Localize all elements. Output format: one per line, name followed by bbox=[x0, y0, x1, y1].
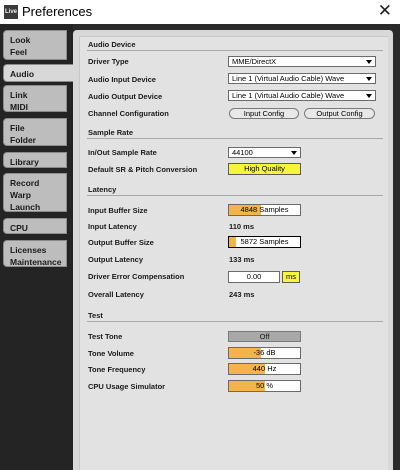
window-title: Preferences bbox=[22, 4, 93, 19]
input-device-dropdown[interactable]: Line 1 (Virtual Audio Cable) Wave bbox=[228, 73, 376, 84]
tab-label: CPU bbox=[10, 223, 28, 233]
tone-frequency-value: 440 Hz bbox=[252, 364, 277, 373]
sample-rate-value: 44100 bbox=[232, 148, 253, 157]
overall-latency-value: 243 ms bbox=[229, 290, 255, 299]
tab-label: Link bbox=[10, 90, 28, 100]
driver-type-value: MME/DirectX bbox=[232, 57, 277, 66]
driver-comp-value: 0.00 bbox=[246, 272, 262, 281]
input-device-label: Audio Input Device bbox=[88, 75, 156, 84]
section-title-test: Test bbox=[88, 311, 103, 320]
tab-label: Feel bbox=[10, 47, 28, 57]
tab-cpu[interactable]: CPU bbox=[3, 218, 67, 234]
output-device-value: Line 1 (Virtual Audio Cable) Wave bbox=[232, 91, 345, 100]
section-title-sample-rate: Sample Rate bbox=[88, 128, 134, 137]
tab-label: Look bbox=[10, 35, 31, 45]
tone-volume-field[interactable]: -36 dB bbox=[228, 347, 301, 359]
output-latency-label: Output Latency bbox=[88, 255, 144, 264]
pitch-conversion-toggle[interactable]: High Quality bbox=[228, 163, 301, 175]
live-app-icon: Live bbox=[4, 5, 18, 19]
input-latency-value: 110 ms bbox=[229, 222, 255, 231]
tab-label: Audio bbox=[10, 69, 35, 79]
default-sr-label: Default SR & Pitch Conversion bbox=[88, 165, 198, 174]
tab-label: Licenses bbox=[10, 245, 47, 255]
tab-audio[interactable]: Audio bbox=[3, 64, 75, 82]
close-icon[interactable]: ✕ bbox=[378, 1, 392, 21]
output-buffer-field[interactable]: 5872 Samples bbox=[228, 236, 301, 248]
tab-label: Maintenance bbox=[10, 257, 62, 267]
title-bar: Live Preferences ✕ bbox=[0, 0, 400, 24]
tone-volume-value: -36 dB bbox=[253, 348, 276, 357]
tone-frequency-label: Tone Frequency bbox=[88, 365, 146, 374]
section-divider bbox=[87, 321, 383, 322]
driver-type-label: Driver Type bbox=[88, 57, 129, 66]
tab-record-warp-launch[interactable]: Record Warp Launch bbox=[3, 173, 67, 212]
tab-label: Warp bbox=[10, 190, 31, 200]
tab-label: Record bbox=[10, 178, 40, 188]
sample-rate-dropdown[interactable]: 44100 bbox=[228, 147, 301, 158]
section-title-latency: Latency bbox=[88, 185, 117, 194]
tab-licenses-maintenance[interactable]: Licenses Maintenance bbox=[3, 240, 67, 267]
input-latency-label: Input Latency bbox=[88, 222, 137, 231]
cpu-sim-value: 50 % bbox=[255, 381, 274, 390]
output-buffer-value: 5872 Samples bbox=[240, 237, 289, 246]
output-latency-value: 133 ms bbox=[229, 255, 255, 264]
tab-library[interactable]: Library bbox=[3, 152, 67, 168]
tone-volume-label: Tone Volume bbox=[88, 349, 134, 358]
tab-label: Launch bbox=[10, 202, 41, 212]
input-device-value: Line 1 (Virtual Audio Cable) Wave bbox=[232, 74, 345, 83]
cpu-sim-label: CPU Usage Simulator bbox=[88, 382, 166, 391]
sample-rate-label: In/Out Sample Rate bbox=[88, 148, 157, 157]
test-tone-toggle[interactable]: Off bbox=[228, 331, 301, 342]
input-buffer-value: 4848 Samples bbox=[240, 205, 289, 214]
tone-frequency-field[interactable]: 440 Hz bbox=[228, 363, 301, 375]
chevron-down-icon bbox=[291, 151, 297, 155]
channel-config-label: Channel Configuration bbox=[88, 109, 169, 118]
input-buffer-field[interactable]: 4848 Samples bbox=[228, 204, 301, 216]
chevron-down-icon bbox=[366, 77, 372, 81]
test-tone-label: Test Tone bbox=[88, 332, 123, 341]
tab-label: MIDI bbox=[10, 102, 28, 112]
overall-latency-label: Overall Latency bbox=[88, 290, 144, 299]
section-title-audio-device: Audio Device bbox=[88, 40, 136, 49]
driver-type-dropdown[interactable]: MME/DirectX bbox=[228, 56, 376, 67]
output-buffer-label: Output Buffer Size bbox=[88, 238, 154, 247]
input-buffer-label: Input Buffer Size bbox=[88, 206, 148, 215]
section-divider bbox=[87, 50, 383, 51]
tab-label: Library bbox=[10, 157, 39, 167]
tab-file-folder[interactable]: File Folder bbox=[3, 118, 67, 146]
cpu-sim-field[interactable]: 50 % bbox=[228, 380, 301, 392]
chevron-down-icon bbox=[366, 94, 372, 98]
section-divider bbox=[87, 138, 383, 139]
output-device-dropdown[interactable]: Line 1 (Virtual Audio Cable) Wave bbox=[228, 90, 376, 101]
driver-comp-unit-button[interactable]: ms bbox=[282, 271, 300, 283]
input-config-button[interactable]: Input Config bbox=[229, 108, 299, 119]
section-divider bbox=[87, 195, 383, 196]
driver-comp-field[interactable]: 0.00 bbox=[228, 271, 280, 283]
tab-label: File bbox=[10, 123, 25, 133]
output-config-button[interactable]: Output Config bbox=[304, 108, 375, 119]
tab-link-midi[interactable]: Link MIDI bbox=[3, 85, 67, 112]
tab-look-feel[interactable]: Look Feel bbox=[3, 30, 67, 60]
tab-label: Folder bbox=[10, 135, 36, 145]
driver-comp-label: Driver Error Compensation bbox=[88, 272, 185, 281]
output-device-label: Audio Output Device bbox=[88, 92, 163, 101]
chevron-down-icon bbox=[366, 60, 372, 64]
